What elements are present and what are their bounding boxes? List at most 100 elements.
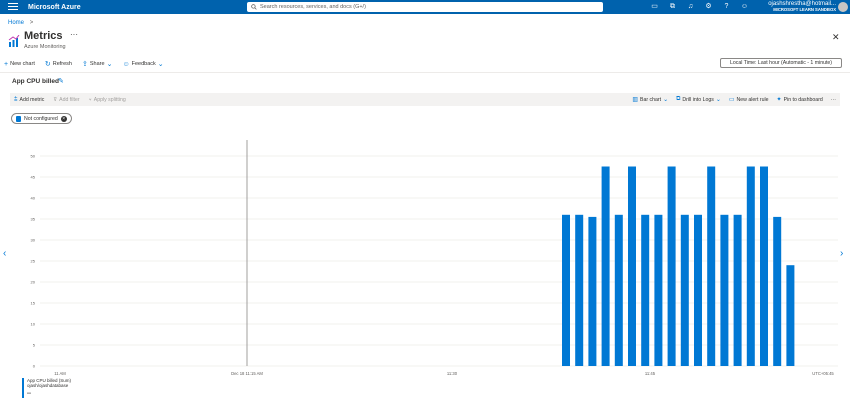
- new-alert-label: New alert rule: [736, 96, 769, 103]
- chart-bar: [786, 265, 795, 366]
- breadcrumb: Home >: [8, 20, 33, 26]
- bar-chart-icon: ▥: [632, 97, 639, 103]
- new-alert-button[interactable]: ▭ New alert rule: [728, 96, 769, 104]
- chevron-down-icon: ⌄: [715, 97, 721, 103]
- x-tick-label: 11:30: [447, 371, 458, 376]
- chart-bar: [746, 166, 755, 366]
- command-bar: + New chart ↻ Refresh ⇪ Share ⌄ ☺ Feedback ⌄: [4, 60, 164, 69]
- breadcrumb-home[interactable]: Home: [8, 20, 24, 26]
- portal-menu-icon[interactable]: [8, 3, 18, 11]
- plus-icon: +: [4, 60, 9, 68]
- y-tick-label: 15: [31, 301, 36, 306]
- chart-bar: [628, 166, 636, 366]
- new-chart-label: New chart: [10, 61, 35, 67]
- chart-bar: [773, 216, 782, 366]
- refresh-button[interactable]: ↻ Refresh: [45, 60, 72, 68]
- add-metric-button[interactable]: ⩲ Add metric: [14, 96, 44, 103]
- new-chart-button[interactable]: + New chart: [4, 61, 35, 68]
- brand-title[interactable]: Microsoft Azure: [28, 4, 168, 11]
- account-tenant: MICROSOFT LEARN SANDBOX: [773, 7, 836, 12]
- more-icon[interactable]: ···: [70, 30, 78, 39]
- legend-color-bar: [22, 378, 24, 398]
- database-icon: [16, 115, 21, 122]
- chart-bar: [575, 214, 584, 366]
- account-info[interactable]: ojashshrestha@hotmail... MICROSOFT LEARN…: [768, 1, 836, 13]
- apply-splitting-button[interactable]: ⑂ Apply splitting: [89, 96, 126, 103]
- legend-resource: ojash/ojashdatabase: [27, 383, 69, 388]
- add-metric-label: Add metric: [19, 96, 45, 103]
- search-icon: [251, 4, 257, 10]
- filter-pill-label: Not configured: [24, 115, 58, 122]
- metrics-chart[interactable]: 0 5 10 15 20 25 30 35 40 45 50 11 AM Dec 18 11:15 AM…: [20, 140, 842, 378]
- legend-value: --: [27, 391, 31, 397]
- add-metric-icon: ⩲: [14, 96, 18, 102]
- chart-bar: [720, 214, 729, 366]
- y-tick-label: 35: [31, 217, 36, 222]
- y-tick-label: 25: [31, 259, 36, 264]
- alert-icon: ▭: [728, 97, 735, 103]
- search-input[interactable]: Search resources, services, and docs (G+…: [247, 2, 603, 12]
- chart-bar: [654, 214, 663, 366]
- y-tick-label: 0: [33, 364, 36, 369]
- feedback-button[interactable]: ☺ Feedback ⌄: [122, 60, 164, 69]
- settings-icon[interactable]: ⚙: [704, 2, 713, 11]
- chart-bar: [667, 166, 676, 366]
- y-tick-label: 30: [31, 238, 36, 243]
- chart-bar: [760, 166, 768, 366]
- directory-icon[interactable]: ⧉: [668, 2, 677, 11]
- apply-splitting-label: Apply splitting: [93, 96, 126, 103]
- chart-bar: [733, 214, 742, 366]
- divider: [0, 72, 850, 73]
- remove-filter-icon[interactable]: ×: [60, 115, 67, 122]
- chart-bar: [707, 166, 716, 366]
- notifications-icon[interactable]: ♫: [686, 2, 695, 11]
- chart-bar: [601, 166, 610, 366]
- breadcrumb-separator: >: [29, 20, 34, 26]
- refresh-label: Refresh: [52, 61, 72, 67]
- pin-dashboard-button[interactable]: ✦ Pin to dashboard: [776, 96, 823, 104]
- share-button[interactable]: ⇪ Share ⌄: [82, 60, 112, 68]
- help-icon[interactable]: ?: [722, 2, 731, 11]
- chart-bar: [641, 214, 650, 366]
- chevron-down-icon: ⌄: [157, 61, 164, 68]
- toolbar-more-label: ···: [830, 96, 836, 103]
- chevron-left-icon[interactable]: ‹: [3, 248, 6, 259]
- y-tick-label: 20: [31, 280, 36, 285]
- chart-bar: [588, 216, 597, 366]
- bar-chart-dropdown[interactable]: ▥ Bar chart ⌄: [632, 96, 669, 104]
- close-button[interactable]: ✕: [832, 32, 840, 43]
- logs-icon: ⧉: [676, 96, 681, 102]
- filter-icon: ⊽: [53, 96, 58, 103]
- drill-logs-dropdown[interactable]: ⧉ Drill into Logs ⌄: [676, 96, 721, 103]
- chevron-down-icon: ⌄: [663, 97, 669, 103]
- filter-pill[interactable]: Not configured ×: [11, 113, 72, 124]
- feedback-label: Feedback: [131, 61, 156, 67]
- edit-title-icon[interactable]: ✎: [58, 77, 64, 85]
- add-filter-button[interactable]: ⊽ Add filter: [53, 96, 79, 103]
- drill-logs-label: Drill into Logs: [682, 96, 714, 103]
- y-tick-label: 5: [33, 343, 36, 348]
- page-title: Metrics: [24, 30, 63, 42]
- time-range-button[interactable]: Local Time: Last hour (Automatic - 1 min…: [720, 58, 842, 68]
- chart-bar: [680, 214, 689, 366]
- legend[interactable]: App CPU billed (Sum) ojash/ojashdatabase: [27, 378, 71, 388]
- x-tick-label: 11:45: [645, 371, 656, 376]
- y-tick-label: 50: [31, 154, 36, 159]
- y-tick-label: 10: [31, 322, 36, 327]
- cloud-shell-icon[interactable]: ▭: [650, 2, 659, 11]
- metrics-icon: [8, 35, 20, 47]
- feedback-icon[interactable]: ☺: [740, 2, 749, 11]
- y-tick-label: 45: [31, 175, 36, 180]
- chart-bar: [562, 214, 570, 366]
- chart-bar: [614, 214, 623, 366]
- add-filter-label: Add filter: [59, 96, 80, 103]
- refresh-icon: ↻: [44, 61, 51, 68]
- top-icons: ▭ ⧉ ♫ ⚙ ? ☺: [650, 2, 749, 11]
- x-tick-label: 11 AM: [54, 371, 66, 376]
- x-tick-label: Dec 18 11:15 AM: [231, 371, 263, 376]
- pin-icon: ✦: [776, 97, 782, 103]
- bar-chart-label: Bar chart: [640, 96, 662, 103]
- avatar[interactable]: [838, 2, 848, 12]
- toolbar-more-button[interactable]: ···: [831, 96, 836, 103]
- splitting-icon: ⑂: [88, 96, 92, 103]
